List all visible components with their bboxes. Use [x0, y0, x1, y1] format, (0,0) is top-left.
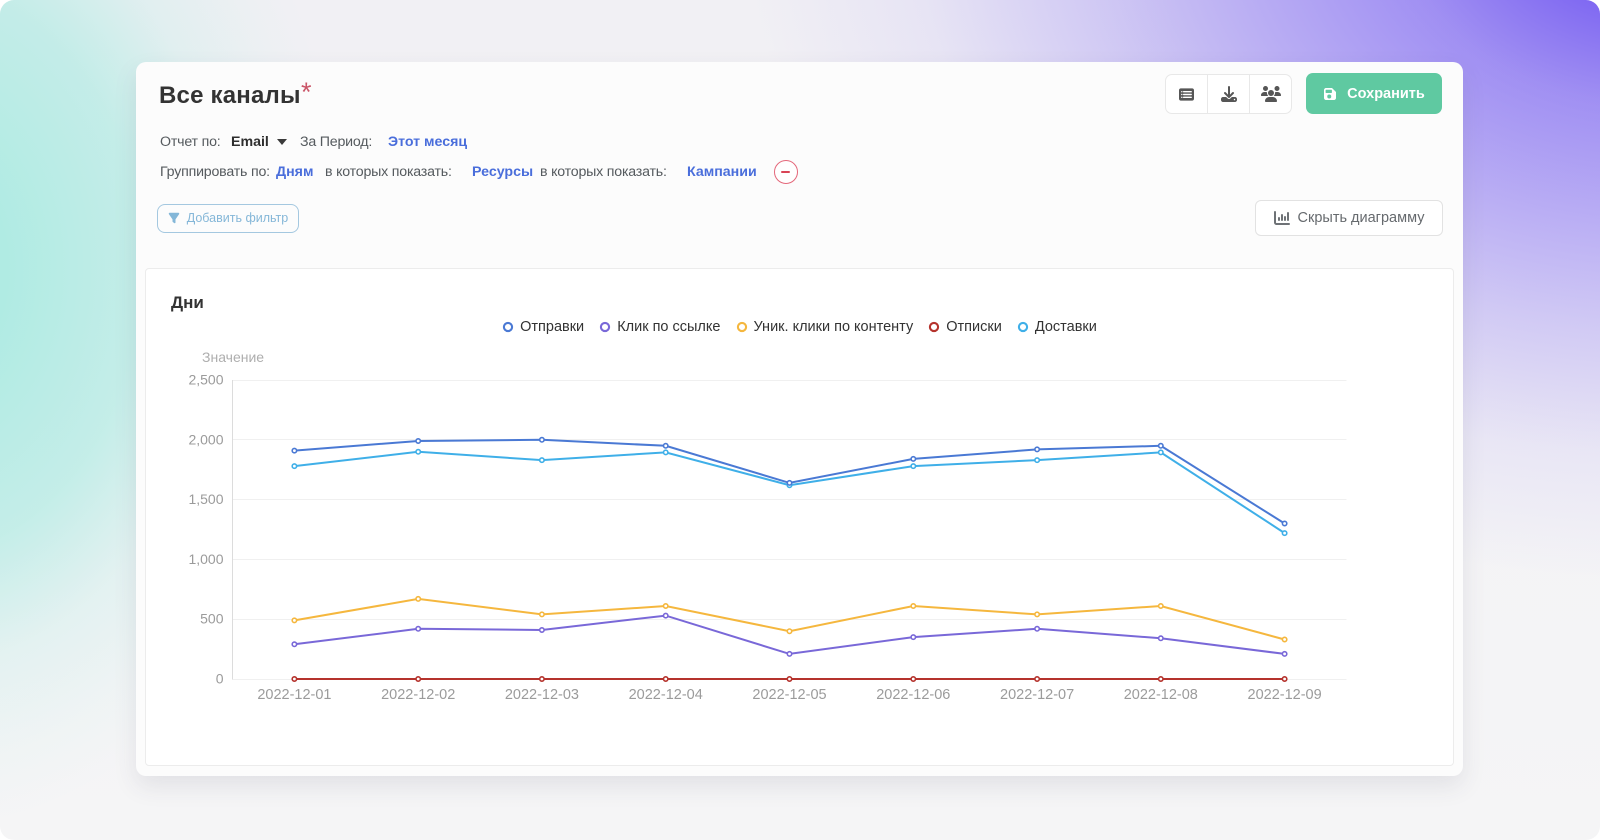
svg-text:2022-12-05: 2022-12-05 [752, 687, 826, 703]
svg-text:2022-12-03: 2022-12-03 [505, 687, 579, 703]
svg-text:1,000: 1,000 [188, 551, 223, 567]
svg-text:2022-12-04: 2022-12-04 [629, 687, 703, 703]
svg-text:2022-12-07: 2022-12-07 [1000, 687, 1074, 703]
svg-text:2,500: 2,500 [188, 372, 223, 388]
svg-text:2022-12-01: 2022-12-01 [257, 687, 331, 703]
svg-text:1,500: 1,500 [188, 491, 223, 507]
svg-text:0: 0 [216, 671, 224, 687]
svg-text:500: 500 [200, 611, 224, 627]
svg-text:2,000: 2,000 [188, 431, 223, 447]
svg-text:2022-12-06: 2022-12-06 [876, 687, 950, 703]
svg-text:2022-12-02: 2022-12-02 [381, 687, 455, 703]
svg-text:2022-12-08: 2022-12-08 [1124, 687, 1198, 703]
svg-text:2022-12-09: 2022-12-09 [1248, 687, 1322, 703]
